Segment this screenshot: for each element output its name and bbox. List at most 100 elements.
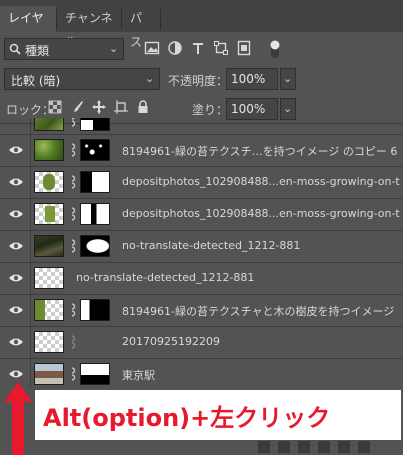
new-group-icon[interactable] <box>318 441 330 453</box>
layer-thumbnail[interactable] <box>34 363 64 385</box>
eye-column-divider <box>30 231 31 261</box>
adjustment-filter-icon[interactable] <box>167 40 183 56</box>
visibility-eye-icon[interactable] <box>8 144 24 156</box>
new-layer-icon[interactable] <box>338 441 350 453</box>
layer-row[interactable]: depositphotos_102908488...en-moss-growin… <box>0 198 403 229</box>
blend-mode-value: 比較 (暗) <box>11 74 61 88</box>
layer-mask-thumbnail[interactable] <box>80 139 110 161</box>
mask-link-icon[interactable] <box>68 239 76 253</box>
eye-column-divider <box>30 118 31 135</box>
layer-row[interactable]: 東京駅 <box>0 358 403 388</box>
opacity-input[interactable]: 100% <box>226 68 278 90</box>
layers-panel: レイヤー チャンネル パス 種類 ⌄ 比較 (暗) <box>0 0 403 455</box>
eye-column-divider <box>30 263 31 293</box>
layer-name[interactable]: no-translate-detected_1212-881 <box>122 239 400 252</box>
red-arrow-annotation <box>4 382 32 455</box>
layer-thumbnail[interactable] <box>34 235 64 257</box>
chevron-down-icon: ⌄ <box>109 42 119 55</box>
image-filter-icon[interactable] <box>144 40 160 56</box>
lock-position-icon[interactable] <box>92 100 106 114</box>
tab-paths[interactable]: パス <box>122 6 160 49</box>
filter-kind-label: 種類 <box>25 44 50 58</box>
layer-thumbnail[interactable] <box>34 139 64 161</box>
opacity-dropdown[interactable]: ⌄ <box>280 68 296 90</box>
mask-link-icon[interactable] <box>68 303 76 317</box>
layer-row[interactable]: depositphotos_102908488...en-moss-growin… <box>0 166 403 197</box>
visibility-eye-icon[interactable] <box>8 336 24 348</box>
panel-tab-bar: レイヤー チャンネル パス <box>0 0 403 49</box>
layers-list: 8194961-緑の苔テクスチ…を持つイメージ のコピー 6 depositph… <box>0 118 403 388</box>
eye-column-divider <box>30 199 31 229</box>
tab-channels[interactable]: チャンネル <box>57 6 121 49</box>
annotation-text: Alt(option)+左クリック <box>43 404 331 432</box>
blend-mode-select[interactable]: 比較 (暗) ⌄ <box>4 68 160 90</box>
add-mask-icon[interactable] <box>278 441 290 453</box>
new-adjustment-icon[interactable] <box>298 441 310 453</box>
layer-thumbnail[interactable] <box>34 331 64 353</box>
mask-link-icon[interactable] <box>68 118 76 127</box>
visibility-eye-icon[interactable] <box>8 176 24 188</box>
layer-thumbnail[interactable] <box>34 203 64 225</box>
visibility-eye-icon[interactable] <box>8 272 24 284</box>
layer-thumbnail[interactable] <box>34 118 64 131</box>
layer-name[interactable]: depositphotos_102908488...en-moss-growin… <box>122 175 400 188</box>
mask-link-icon[interactable] <box>68 143 76 157</box>
layer-mask-thumbnail[interactable] <box>80 299 110 321</box>
fx-icon[interactable] <box>258 441 270 453</box>
visibility-eye-icon[interactable] <box>8 240 24 252</box>
eye-column-divider <box>30 135 31 165</box>
fill-input[interactable]: 100% <box>226 98 278 120</box>
layer-name[interactable]: 8194961-緑の苔テクスチ…を持つイメージ のコピー 6 <box>122 143 400 159</box>
layer-thumbnail[interactable] <box>34 171 64 193</box>
mask-link-icon <box>71 335 76 349</box>
layer-name[interactable]: 東京駅 <box>122 367 400 383</box>
layer-mask-thumbnail[interactable] <box>80 203 110 225</box>
lock-image-pixels-icon[interactable] <box>70 100 84 114</box>
fill-value: 100% <box>231 102 266 116</box>
chevron-down-icon: ⌄ <box>283 102 293 115</box>
eye-column-divider <box>30 295 31 325</box>
layer-row[interactable]: no-translate-detected_1212-881 <box>0 262 403 293</box>
layer-row[interactable] <box>0 118 403 135</box>
chevron-down-icon: ⌄ <box>283 72 293 85</box>
layer-row[interactable]: 8194961-緑の苔テクスチャと木の樹皮を持つイメージ <box>0 294 403 325</box>
layer-name[interactable]: 20170925192209 <box>122 335 400 348</box>
type-filter-icon[interactable] <box>190 40 206 56</box>
layer-mask-thumbnail[interactable] <box>80 363 110 385</box>
layer-mask-thumbnail[interactable] <box>80 235 110 257</box>
layer-mask-thumbnail[interactable] <box>80 171 110 193</box>
lock-all-icon[interactable] <box>136 100 150 114</box>
filter-kind-select[interactable]: 種類 ⌄ <box>4 38 124 60</box>
lock-label: ロック： <box>6 103 55 117</box>
lock-transparent-pixels-icon[interactable] <box>48 100 62 114</box>
visibility-eye-icon[interactable] <box>8 368 24 380</box>
visibility-eye-icon[interactable] <box>8 304 24 316</box>
opacity-label: 不透明度： <box>168 74 229 88</box>
filter-toggle-icon[interactable] <box>268 38 282 60</box>
layer-row[interactable]: no-translate-detected_1212-881 <box>0 230 403 261</box>
opacity-value: 100% <box>231 72 266 86</box>
shape-filter-icon[interactable] <box>213 40 229 56</box>
trash-icon[interactable] <box>358 441 370 453</box>
layer-row[interactable]: 20170925192209 <box>0 326 403 357</box>
tab-divider <box>160 9 161 29</box>
mask-link-icon[interactable] <box>68 175 76 189</box>
layer-thumbnail[interactable] <box>34 299 64 321</box>
mask-link-icon[interactable] <box>68 207 76 221</box>
fill-label: 塗り： <box>192 103 229 117</box>
chevron-down-icon: ⌄ <box>145 72 155 85</box>
mask-link-icon[interactable] <box>68 367 76 381</box>
layer-thumbnail[interactable] <box>34 267 64 289</box>
eye-column-divider <box>30 167 31 197</box>
tab-layers[interactable]: レイヤー <box>0 6 56 49</box>
smart-object-filter-icon[interactable] <box>236 40 252 56</box>
layer-row[interactable]: 8194961-緑の苔テクスチ…を持つイメージ のコピー 6 <box>0 134 403 165</box>
visibility-eye-icon[interactable] <box>8 208 24 220</box>
fill-dropdown[interactable]: ⌄ <box>280 98 296 120</box>
layer-mask-thumbnail[interactable] <box>80 118 110 131</box>
eye-column-divider <box>30 327 31 357</box>
lock-artboard-icon[interactable] <box>114 100 128 114</box>
layer-name[interactable]: 8194961-緑の苔テクスチャと木の樹皮を持つイメージ <box>122 303 400 319</box>
layer-name[interactable]: depositphotos_102908488...en-moss-growin… <box>122 207 400 220</box>
layer-name[interactable]: no-translate-detected_1212-881 <box>76 271 396 284</box>
